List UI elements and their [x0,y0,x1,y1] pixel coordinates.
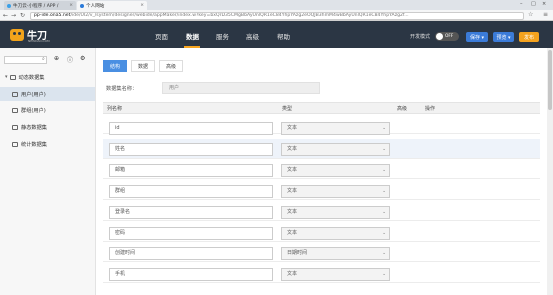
sidebar [0,48,96,295]
search-icon[interactable]: ⌕ [42,56,45,62]
column-type-value: 文本 [287,271,298,277]
dataset-folder-icon [9,74,16,80]
close-window-icon[interactable]: × [542,1,546,7]
browser-menu-icon[interactable]: ≡ [543,11,548,18]
column-name-input[interactable]: 创建时间 [109,247,273,260]
dataset-name-label: 数据集名称： [106,86,138,92]
nav-pages[interactable]: 页面 [155,31,168,41]
column-type-value: 文本 [287,209,298,215]
column-type-select[interactable]: 文本 ⌄ [281,227,390,240]
column-type-select[interactable]: 日期时间 ⌄ [281,247,390,260]
scrollbar-thumb[interactable] [548,50,552,110]
chevron-down-icon: ⌄ [382,189,386,194]
sidebar-item-label: 动态数据集 [18,74,45,81]
column-type-value: 日期时间 [287,250,308,256]
column-type-select[interactable]: 文本 ⌄ [281,143,390,156]
column-header-name: 列名称 [107,106,123,112]
tab-structure[interactable]: 结构 [103,60,127,72]
sidebar-item-label: 统计数据集 [21,141,47,148]
column-header-advanced: 高级 [397,106,408,112]
info-icon[interactable]: ⓘ [67,55,73,64]
close-icon[interactable]: × [140,3,144,8]
dataset-folder-icon [12,124,18,130]
collapse-arrow-icon[interactable]: ▾ [5,74,8,80]
sidebar-item-label: 群组(用户) [21,107,46,114]
browser-tab[interactable]: 牛刀云-小程序 / APP / × [4,1,76,10]
dev-mode-toggle[interactable]: OFF [435,32,459,41]
sidebar-search-input[interactable] [4,56,47,64]
column-name-input[interactable]: 登录名 [109,206,273,219]
url-path: /ide/UI2/v_/system/designer/webide/appMa… [70,13,409,18]
nav-advanced[interactable]: 高级 [246,31,259,41]
column-name-input[interactable]: 群组 [109,185,273,198]
dataset-name-field: 用户 [162,82,320,94]
url-field[interactable]: pp-ide.ona5.net/ide/UI2/v_/system/design… [30,12,524,20]
tab-favicon-icon [80,3,84,8]
column-name-input[interactable]: 密码 [109,227,273,240]
column-name-input[interactable]: 姓名 [109,143,273,156]
toggle-knob [436,33,443,40]
nav-active-underline [184,46,200,48]
column-header-type: 类型 [282,106,293,112]
column-type-value: 文本 [287,146,298,152]
column-name-input[interactable]: id [109,122,273,135]
preview-button[interactable]: 预览 ▾ [493,32,514,42]
chevron-down-icon: ⌄ [382,168,386,173]
chevron-down-icon: ⌄ [382,231,386,236]
chevron-down-icon: ⌄ [382,147,386,152]
reload-icon[interactable]: ↻ [20,12,25,19]
save-button[interactable]: 保存 ▾ [466,32,488,42]
column-name-input[interactable]: 手机 [109,268,273,281]
sidebar-item-label: 静态数据集 [21,124,47,131]
tab-favicon-icon [7,3,11,8]
settings-icon[interactable]: ⚙ [80,55,85,62]
column-type-select[interactable]: 文本 ⌄ [281,206,390,219]
tab-title: 牛刀云-小程序 / APP / [13,3,59,9]
sidebar-item-stats-datasets[interactable]: 统计数据集 [0,137,95,151]
table-icon [12,107,18,113]
bookmark-star-icon[interactable]: ☆ [528,11,533,18]
chevron-down-icon: ⌄ [382,272,386,277]
url-host: pp-ide.ona5.net [34,13,71,18]
sidebar-item-dynamic-datasets[interactable]: ▾ 动态数据集 [0,70,95,84]
table-icon [12,91,18,97]
close-icon[interactable]: × [69,3,73,8]
sidebar-item-group[interactable]: 群组(用户) [0,103,95,117]
maximize-icon[interactable]: □ [531,1,536,7]
publish-button[interactable]: 发布 [519,32,539,42]
nav-services[interactable]: 服务 [216,31,229,41]
tab-data[interactable]: 数据 [131,60,155,72]
column-type-value: 文本 [287,167,298,173]
sidebar-item-label: 用户(用户) [21,91,46,98]
column-type-value: 文本 [287,125,298,131]
column-type-value: 文本 [287,188,298,194]
minimize-icon[interactable]: – [520,1,523,7]
dev-mode-label: 开发模式 [410,34,431,40]
forward-icon[interactable]: → [11,12,16,19]
chevron-down-icon: ⌄ [382,251,386,256]
toggle-label: OFF [445,33,454,39]
table-header [103,102,540,114]
logo-subtitle: NEWDAO.COM [28,39,50,43]
dataset-folder-icon [12,141,18,147]
browser-tab-active[interactable]: 个人网站 × [77,1,147,10]
column-name-input[interactable]: 邮箱 [109,164,273,177]
sidebar-item-user[interactable]: 用户(用户) [0,87,95,101]
column-type-select[interactable]: 文本 ⌄ [281,185,390,198]
column-type-select[interactable]: 文本 ⌄ [281,268,390,281]
column-type-select[interactable]: 文本 ⌄ [281,164,390,177]
tab-title: 个人网站 [86,3,105,9]
column-header-actions: 操作 [425,106,436,112]
tab-advanced[interactable]: 高级 [159,60,183,72]
logo-icon [10,29,24,41]
chevron-down-icon: ⌄ [382,126,386,131]
nav-data[interactable]: 数据 [186,31,199,41]
nav-help[interactable]: 帮助 [277,31,290,41]
chevron-down-icon: ⌄ [382,210,386,215]
sidebar-item-static-datasets[interactable]: 静态数据集 [0,120,95,134]
add-icon[interactable]: ⊕ [54,55,59,62]
column-type-select[interactable]: 文本 ⌄ [281,122,390,135]
column-type-value: 文本 [287,230,298,236]
back-icon[interactable]: ← [3,12,8,19]
